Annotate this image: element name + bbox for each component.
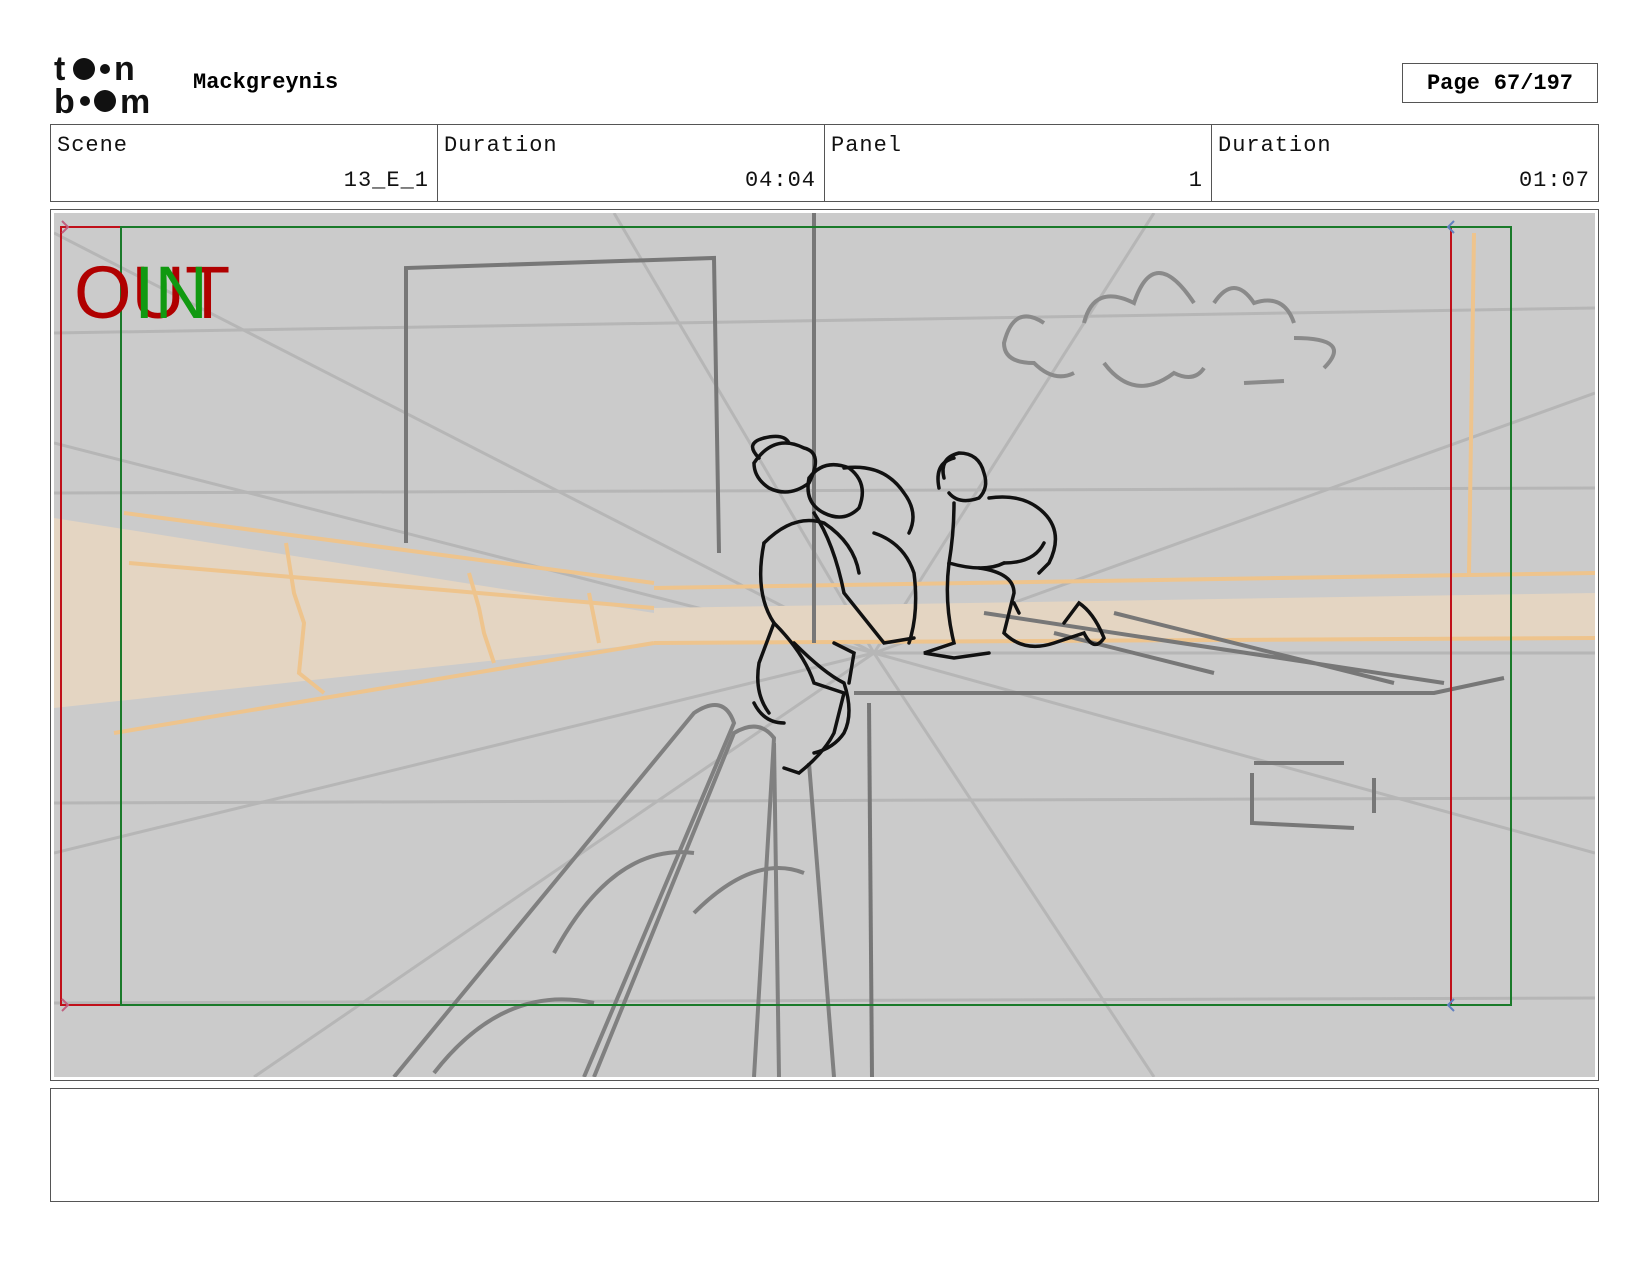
panel-duration-label: Duration <box>1218 133 1332 158</box>
panel-value: 1 <box>1188 168 1203 193</box>
panel-info-row: Scene 13_E_1 Duration 04:04 Panel 1 Dura… <box>50 124 1599 202</box>
scene-duration-label: Duration <box>444 133 558 158</box>
panel-duration-cell: Duration 01:07 <box>1212 125 1598 201</box>
project-name: Mackgreynis <box>193 70 339 95</box>
page-indicator: Page 67/197 <box>1402 63 1598 103</box>
scene-duration-cell: Duration 04:04 <box>438 125 825 201</box>
svg-text:b: b <box>54 83 75 116</box>
scene-label: Scene <box>57 133 129 158</box>
panel-cell: Panel 1 <box>825 125 1212 201</box>
toonboom-logo: t n b m <box>54 54 150 116</box>
panel-artwork: OUT IN <box>54 213 1595 1077</box>
panel-duration-value: 01:07 <box>1518 168 1590 193</box>
page-value: 67/197 <box>1493 70 1574 96</box>
panel-label: Panel <box>831 133 903 158</box>
scene-cell: Scene 13_E_1 <box>51 125 438 201</box>
in-marker: IN <box>134 251 208 334</box>
scene-duration-value: 04:04 <box>744 168 816 193</box>
page-label: Page <box>1426 70 1480 96</box>
panel-notes-box[interactable] <box>50 1088 1599 1202</box>
storyboard-panel: OUT IN <box>50 209 1599 1081</box>
scene-value: 13_E_1 <box>343 168 429 193</box>
svg-text:m: m <box>120 83 150 116</box>
